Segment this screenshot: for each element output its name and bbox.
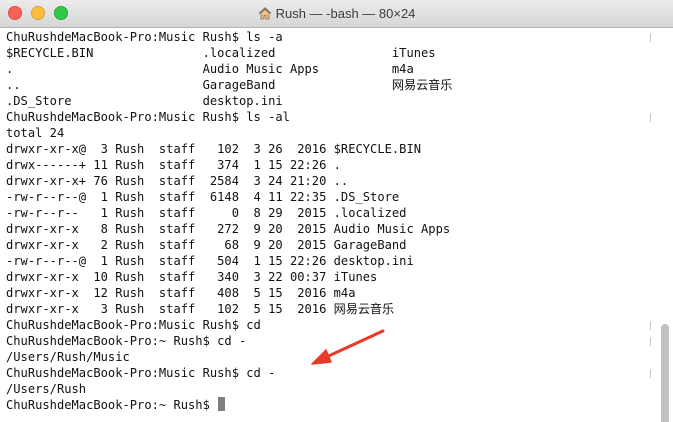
- terminal-line-text: drwxr-xr-x 12 Rush staff 408 5 15 2016 m…: [6, 286, 356, 300]
- terminal-line-text: drwxr-xr-x+ 76 Rush staff 2584 3 24 21:2…: [6, 174, 349, 188]
- terminal-line: -rw-r--r-- 1 Rush staff 0 8 29 2015 .loc…: [6, 205, 650, 221]
- terminal-line: drwxr-xr-x 8 Rush staff 272 9 20 2015 Au…: [6, 221, 650, 237]
- terminal-line-text: /Users/Rush: [6, 382, 87, 396]
- margin-marker: [650, 113, 651, 122]
- terminal-line: drwxr-xr-x 12 Rush staff 408 5 15 2016 m…: [6, 285, 650, 301]
- terminal-line-text: .. GarageBand 网易云音乐: [6, 78, 453, 92]
- terminal-line: .. GarageBand 网易云音乐: [6, 77, 650, 93]
- terminal-line-text: ChuRushdeMacBook-Pro:Music Rush$ ls -al: [6, 110, 290, 124]
- terminal-line: drwx------+ 11 Rush staff 374 1 15 22:26…: [6, 157, 650, 173]
- terminal-line: drwxr-xr-x@ 3 Rush staff 102 3 26 2016 $…: [6, 141, 650, 157]
- terminal-line-text: drwx------+ 11 Rush staff 374 1 15 22:26…: [6, 158, 341, 172]
- terminal-line-text: drwxr-xr-x 2 Rush staff 68 9 20 2015 Gar…: [6, 238, 407, 252]
- terminal-line: ChuRushdeMacBook-Pro:Music Rush$ ls -al: [6, 109, 650, 125]
- text-cursor: [218, 397, 226, 411]
- margin-marker: [650, 33, 651, 42]
- terminal-line-text: ChuRushdeMacBook-Pro:Music Rush$ cd: [6, 318, 261, 332]
- terminal-line: ChuRushdeMacBook-Pro:~ Rush$ cd -: [6, 333, 650, 349]
- terminal-line: total 24: [6, 125, 650, 141]
- terminal-line: $RECYCLE.BIN .localized iTunes: [6, 45, 650, 61]
- terminal-line: /Users/Rush/Music: [6, 349, 650, 365]
- terminal-line-text: drwxr-xr-x 8 Rush staff 272 9 20 2015 Au…: [6, 222, 451, 236]
- scrollbar-thumb[interactable]: [661, 324, 669, 422]
- terminal-line-text: total 24: [6, 126, 65, 140]
- terminal-line-text: -rw-r--r--@ 1 Rush staff 504 1 15 22:26 …: [6, 254, 414, 268]
- terminal-line-text: -rw-r--r--@ 1 Rush staff 6148 4 11 22:35…: [6, 190, 400, 204]
- terminal-line: drwxr-xr-x 2 Rush staff 68 9 20 2015 Gar…: [6, 237, 650, 253]
- home-icon: [258, 2, 272, 30]
- title-bar[interactable]: Rush — -bash — 80×24: [0, 0, 673, 28]
- terminal-line: . Audio Music Apps m4a: [6, 61, 650, 77]
- terminal-line-text: ChuRushdeMacBook-Pro:~ Rush$: [6, 398, 218, 412]
- terminal-line-text: /Users/Rush/Music: [6, 350, 130, 364]
- terminal-line: drwxr-xr-x+ 76 Rush staff 2584 3 24 21:2…: [6, 173, 650, 189]
- terminal-line-text: ChuRushdeMacBook-Pro:Music Rush$ cd -: [6, 366, 276, 380]
- terminal-line: ChuRushdeMacBook-Pro:Music Rush$ cd: [6, 317, 650, 333]
- terminal-line: drwxr-xr-x 10 Rush staff 340 3 22 00:37 …: [6, 269, 650, 285]
- terminal-line: ChuRushdeMacBook-Pro:~ Rush$: [6, 397, 650, 413]
- terminal-line-text: drwxr-xr-x@ 3 Rush staff 102 3 26 2016 $…: [6, 142, 422, 156]
- terminal-line-text: $RECYCLE.BIN .localized iTunes: [6, 46, 436, 60]
- terminal-line: drwxr-xr-x 3 Rush staff 102 5 15 2016 网易…: [6, 301, 650, 317]
- terminal-line: -rw-r--r--@ 1 Rush staff 6148 4 11 22:35…: [6, 189, 650, 205]
- terminal-line: /Users/Rush: [6, 381, 650, 397]
- window-title-text: Rush — -bash — 80×24: [275, 6, 416, 21]
- terminal-line-text: ChuRushdeMacBook-Pro:~ Rush$ cd -: [6, 334, 247, 348]
- window-title: Rush — -bash — 80×24: [0, 0, 673, 28]
- margin-marker: [650, 337, 651, 346]
- terminal-line-text: .DS_Store desktop.ini: [6, 94, 283, 108]
- terminal-line: -rw-r--r--@ 1 Rush staff 504 1 15 22:26 …: [6, 253, 650, 269]
- vertical-scrollbar[interactable]: [657, 28, 673, 422]
- terminal-line-text: ChuRushdeMacBook-Pro:Music Rush$ ls -a: [6, 30, 283, 44]
- margin-marker: [650, 321, 651, 330]
- terminal-output[interactable]: ChuRushdeMacBook-Pro:Music Rush$ ls -a $R…: [0, 28, 650, 422]
- terminal-window: Rush — -bash — 80×24 ChuRushdeMacBook-Pr…: [0, 0, 673, 422]
- terminal-line: ChuRushdeMacBook-Pro:Music Rush$ ls -a: [6, 29, 650, 45]
- terminal-line-text: -rw-r--r-- 1 Rush staff 0 8 29 2015 .loc…: [6, 206, 407, 220]
- terminal-line-text: drwxr-xr-x 3 Rush staff 102 5 15 2016 网易…: [6, 302, 395, 316]
- terminal-line: .DS_Store desktop.ini: [6, 93, 650, 109]
- terminal-line-text: drwxr-xr-x 10 Rush staff 340 3 22 00:37 …: [6, 270, 378, 284]
- margin-marker: [650, 369, 651, 378]
- terminal-line: ChuRushdeMacBook-Pro:Music Rush$ cd -: [6, 365, 650, 381]
- terminal-line-text: . Audio Music Apps m4a: [6, 62, 414, 76]
